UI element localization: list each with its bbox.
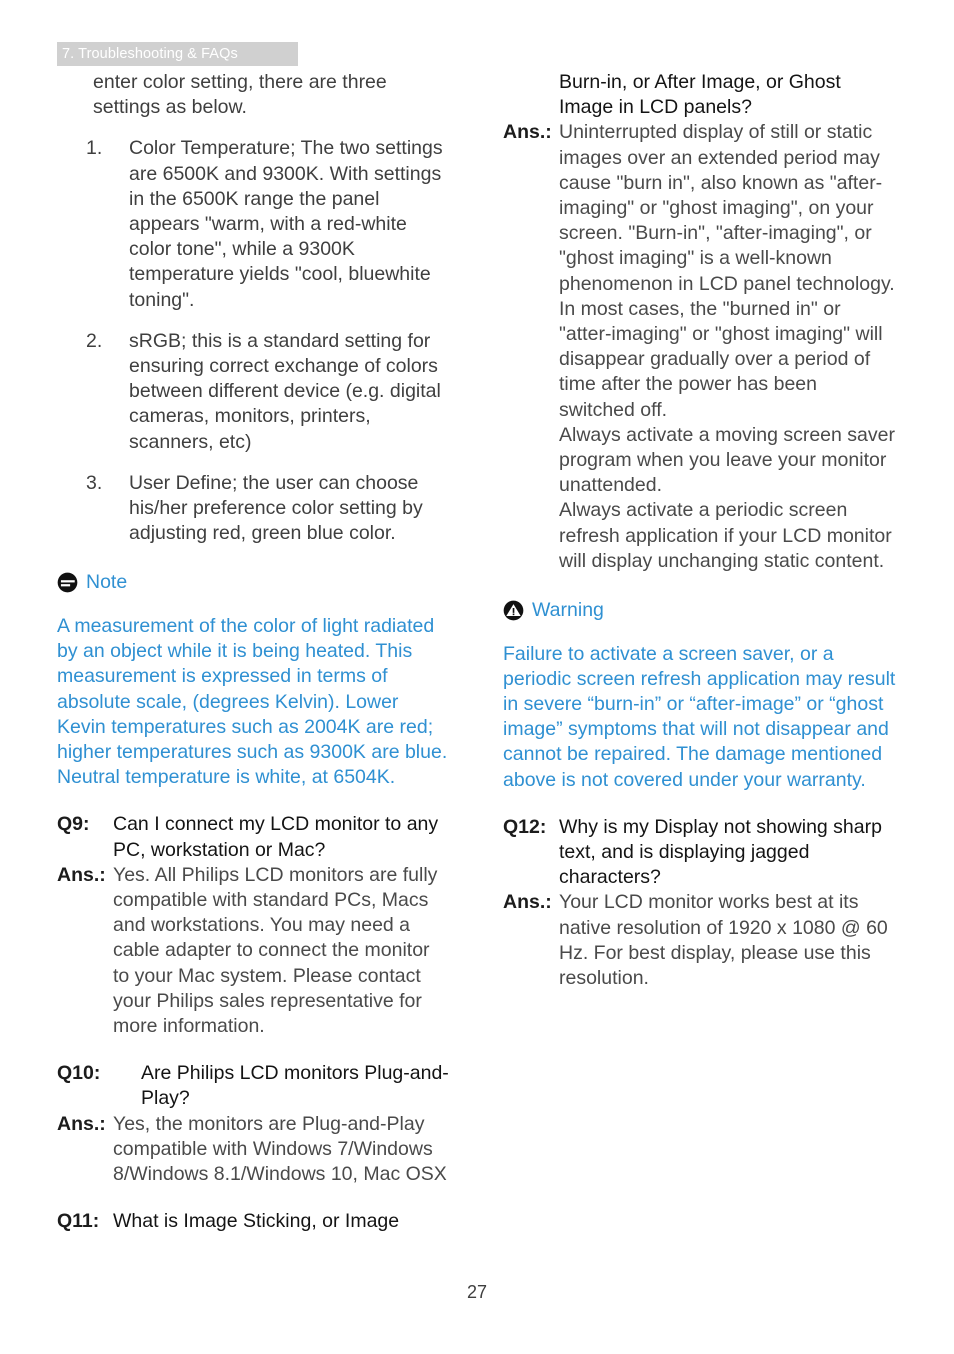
answer-row: Ans.: Yes, the monitors are Plug-and-Pla… — [57, 1112, 451, 1188]
note-icon — [57, 572, 78, 593]
list-item: 2. sRGB; this is a standard setting for … — [57, 329, 451, 455]
question-label: Q10: — [57, 1062, 101, 1085]
list-item: 3. User Define; the user can choose his/… — [57, 471, 451, 547]
answer-text: Yes, the monitors are Plug-and-Play comp… — [113, 1112, 447, 1186]
question-row: Q11: What is Image Sticking, or Image — [57, 1209, 451, 1234]
page-number: 27 — [466, 1282, 488, 1302]
answer-label: Ans.: — [503, 121, 552, 144]
question-row-continued: Burn-in, or After Image, or Ghost Image … — [503, 70, 897, 120]
answer-text: Your LCD monitor works best at its nativ… — [559, 891, 888, 989]
answer-label: Ans.: — [503, 891, 552, 914]
answer-text: Uninterrupted display of still or static… — [559, 121, 895, 421]
list-item-number: 1. — [86, 137, 103, 160]
answer-row: Ans.: Yes. All Philips LCD monitors are … — [57, 863, 451, 1039]
list-item-text: sRGB; this is a standard setting for ens… — [129, 329, 441, 453]
warning-callout-body: Failure to activate a screen saver, or a… — [503, 642, 896, 791]
note-callout-body: A measurement of the color of light radi… — [57, 614, 448, 789]
warning-callout-title: Warning — [532, 599, 604, 622]
list-item: 1. Color Temperature; The two settings a… — [57, 136, 451, 312]
answer-row: Ans.: Uninterrupted display of still or … — [503, 120, 897, 574]
list-item-text: Color Temperature; The two settings are … — [129, 137, 443, 311]
question-label: Q9: — [57, 813, 90, 836]
question-row: Q12: Why is my Display not showing sharp… — [503, 815, 897, 891]
qa-block-q11: Q11: What is Image Sticking, or Image — [57, 1209, 451, 1234]
answer-row: Ans.: Your LCD monitor works best at its… — [503, 890, 897, 991]
qa-block-q11-continued: Burn-in, or After Image, or Ghost Image … — [503, 70, 897, 574]
qa-block-q10: Q10: Are Philips LCD monitors Plug-and- … — [57, 1061, 451, 1187]
note-callout-title: Note — [86, 571, 128, 594]
answer-text-paragraph-2: Always activate a moving screen saver pr… — [559, 423, 895, 497]
note-callout: Note A measurement of the color of light… — [57, 570, 451, 790]
list-item-number: 2. — [86, 329, 103, 352]
answer-label: Ans.: — [57, 863, 106, 886]
answer-text: Yes. All Philips LCD monitors are fully … — [113, 863, 438, 1037]
warning-callout: Warning Failure to activate a screen sav… — [503, 598, 897, 793]
list-item-text: User Define; the user can choose his/her… — [129, 471, 423, 545]
question-text: Why is my Display not showing sharp text… — [559, 815, 882, 889]
note-callout-header: Note — [57, 570, 451, 594]
right-column: Burn-in, or After Image, or Ghost Image … — [503, 70, 897, 991]
question-label: Q11: — [57, 1210, 100, 1233]
color-settings-list: 1. Color Temperature; The two settings a… — [57, 136, 451, 546]
list-item-number: 3. — [86, 471, 103, 494]
answer-text-paragraph-3: Always activate a periodic screen refres… — [559, 499, 892, 572]
page-canvas: 7. Troubleshooting & FAQs enter color se… — [0, 0, 954, 1354]
answer-label: Ans.: — [57, 1112, 106, 1135]
qa-block-q12: Q12: Why is my Display not showing sharp… — [503, 815, 897, 991]
question-label: Q12: — [503, 815, 547, 838]
left-column: enter color setting, there are three set… — [57, 70, 451, 1234]
question-row: Q10: Are Philips LCD monitors Plug-and- … — [57, 1061, 451, 1111]
question-text: Are Philips LCD monitors Plug-and- Play? — [141, 1062, 449, 1110]
warning-icon — [503, 600, 524, 620]
question-text-continued: Burn-in, or After Image, or Ghost Image … — [559, 71, 841, 119]
question-row: Q9: Can I connect my LCD monitor to any … — [57, 812, 451, 862]
question-text: Can I connect my LCD monitor to any PC, … — [113, 813, 439, 861]
intro-paragraph: enter color setting, there are three set… — [93, 71, 387, 119]
question-text: What is Image Sticking, or Image — [113, 1210, 400, 1233]
qa-block-q9: Q9: Can I connect my LCD monitor to any … — [57, 812, 451, 1039]
warning-callout-header: Warning — [503, 598, 897, 622]
running-head-chapter-title: 7. Troubleshooting & FAQs — [57, 42, 298, 66]
